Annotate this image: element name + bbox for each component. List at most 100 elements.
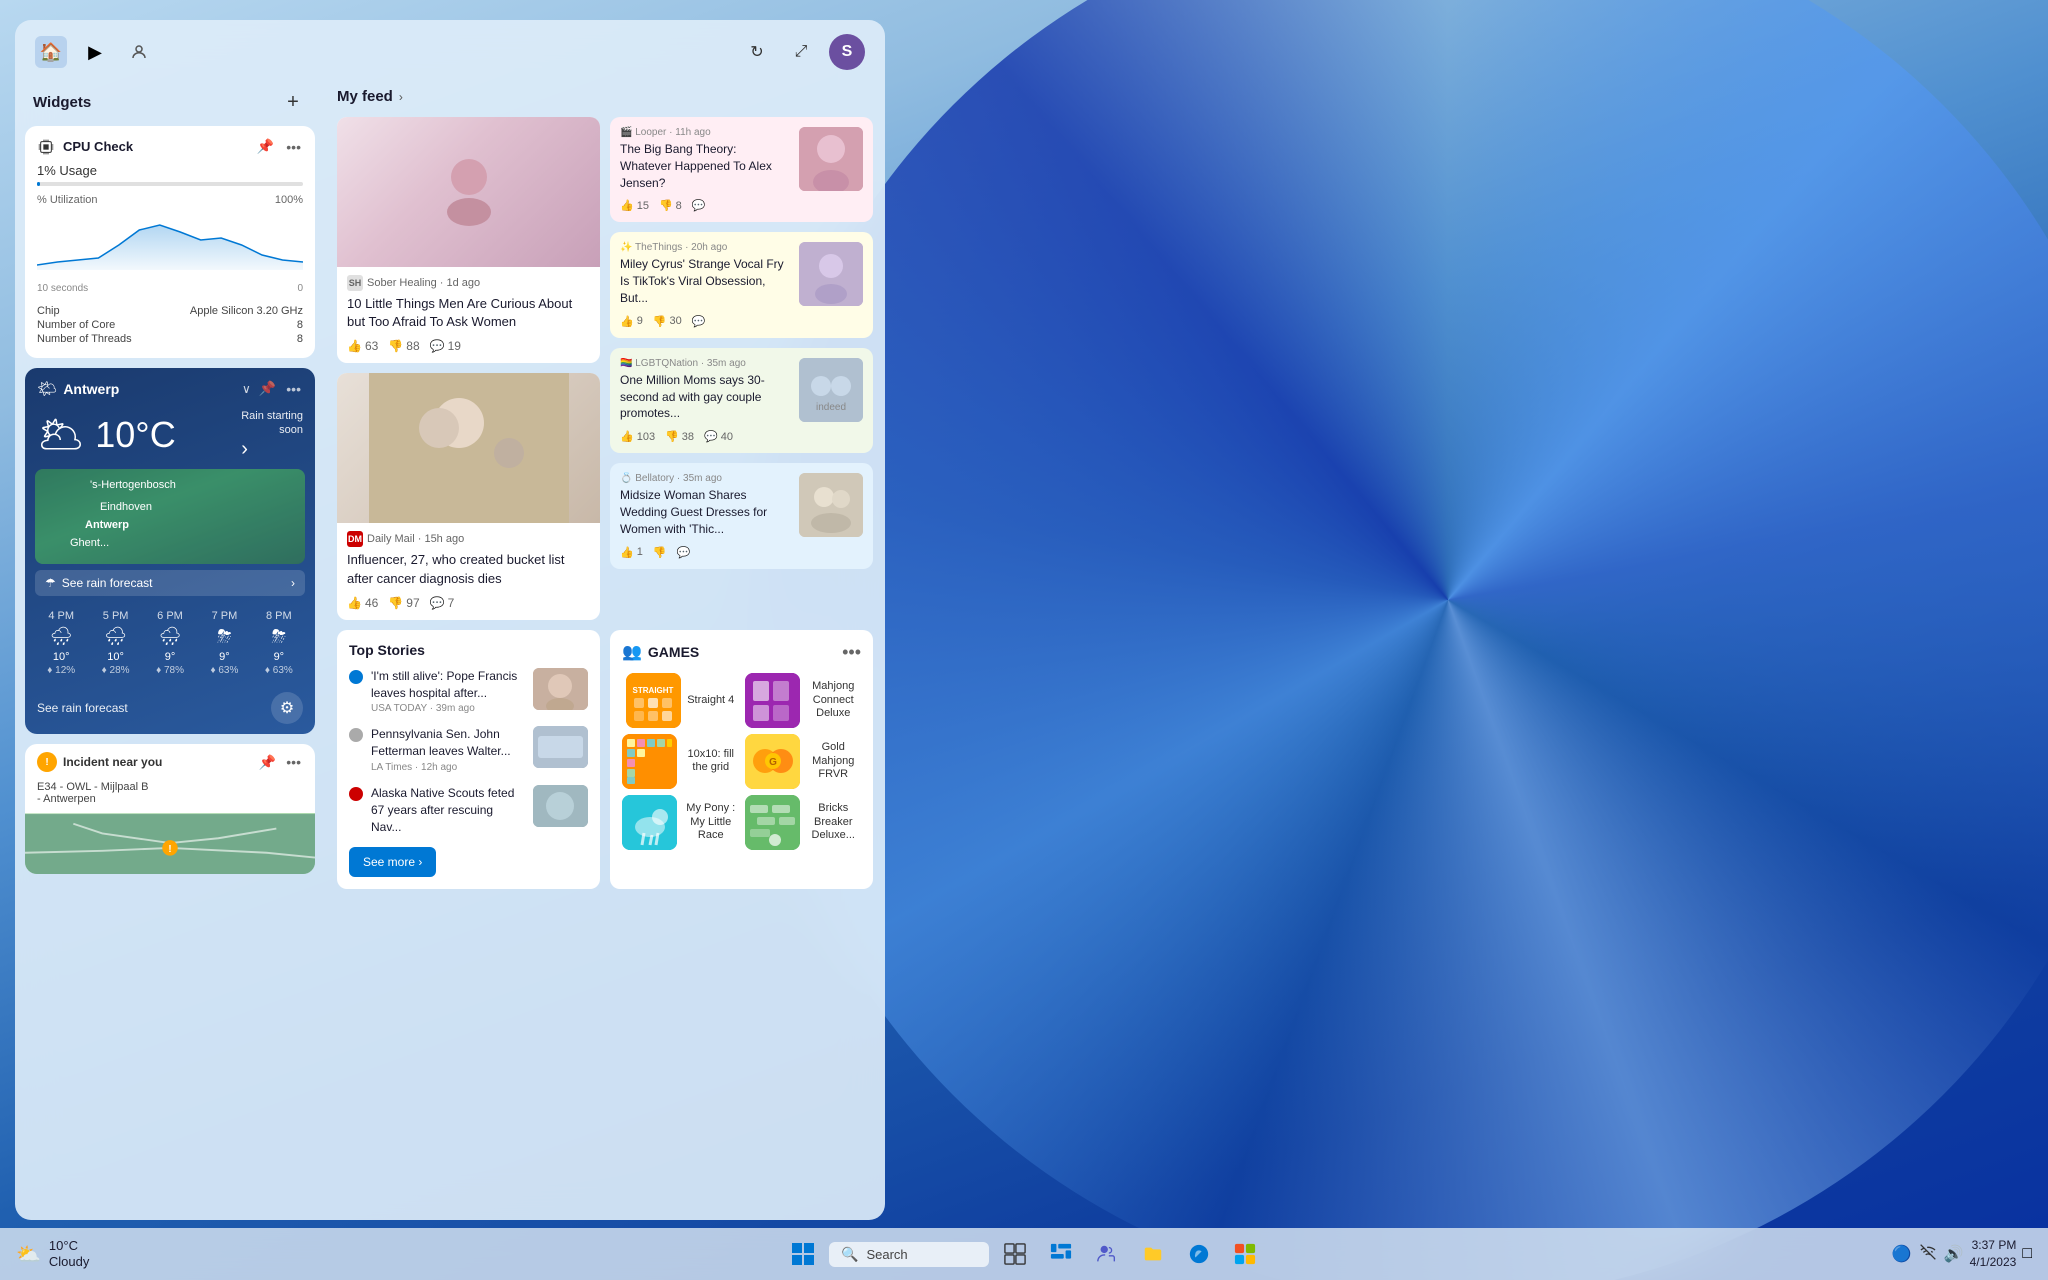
bluetooth-icon[interactable]: 🔵 <box>1892 1244 1912 1264</box>
cpu-pin-button[interactable]: 📌 <box>255 136 276 157</box>
cpu-time-label: 10 seconds 0 <box>37 283 303 294</box>
games-more-button[interactable]: ••• <box>842 642 861 663</box>
thethings-like[interactable]: 👍 9 <box>620 315 643 328</box>
feed-card-thethings[interactable]: ✨ TheThings · 20h ago Miley Cyrus' Stran… <box>610 232 873 337</box>
incident-header: ! Incident near you 📌 ••• <box>25 744 315 781</box>
incident-title: Incident near you <box>63 755 251 769</box>
svg-text:STRAIGHT: STRAIGHT <box>633 686 674 695</box>
comment-action[interactable]: 💬 19 <box>430 339 461 353</box>
thethings-dislike[interactable]: 👎 30 <box>653 315 682 328</box>
like-icon: 👍 <box>620 430 634 443</box>
game-item-straight4[interactable]: STRAIGHT <box>622 673 739 728</box>
taskbar-weather[interactable]: 10°C Cloudy <box>49 1238 97 1269</box>
widgets-button[interactable] <box>1041 1234 1081 1274</box>
lgbtq-like[interactable]: 👍 103 <box>620 430 655 443</box>
pope-story-source: USA TODAY · 39m ago <box>371 703 525 714</box>
dislike-action[interactable]: 👎 88 <box>388 339 419 353</box>
fetterman-story-source: LA Times · 12h ago <box>371 762 525 773</box>
incident-more-button[interactable]: ••• <box>284 752 303 772</box>
forecast-4pm[interactable]: 4 PM 🌧 10° ♦ 12% <box>35 610 87 676</box>
user-avatar[interactable]: S <box>829 34 865 70</box>
weather-pin-button[interactable]: 📌 <box>257 378 278 399</box>
thethings-comment[interactable]: 💬 <box>692 315 706 328</box>
feed-card-daily-mail[interactable]: DM Daily Mail · 15h ago Influencer, 27, … <box>337 373 600 619</box>
teams-button[interactable] <box>1087 1234 1127 1274</box>
looper-comment[interactable]: 💬 <box>692 199 706 212</box>
dm-comment-action[interactable]: 💬 7 <box>430 596 455 610</box>
story-item-alaska[interactable]: Alaska Native Scouts feted 67 years afte… <box>349 785 588 835</box>
tab-profile[interactable] <box>123 36 155 68</box>
bellatory-comment[interactable]: 💬 <box>677 546 691 559</box>
rain-forecast-button[interactable]: ☂ See rain forecast › <box>35 570 305 596</box>
game-item-gold-mahjong[interactable]: G Gold Mahjong FRVR <box>745 734 862 789</box>
looper-img <box>799 127 863 191</box>
tab-home[interactable]: 🏠 <box>35 36 67 68</box>
lgbtq-img: indeed <box>799 358 863 422</box>
10x10-name: 10x10: fill the grid <box>683 748 739 774</box>
feed-chevron-icon: › <box>399 90 403 104</box>
expand-button[interactable]: ⤢ <box>785 36 817 68</box>
forecast-6pm[interactable]: 6 PM 🌧 9° ♦ 78% <box>144 610 196 676</box>
file-explorer-button[interactable] <box>1133 1234 1173 1274</box>
thethings-text: ✨ TheThings · 20h ago Miley Cyrus' Stran… <box>620 242 791 306</box>
game-item-mahjong[interactable]: Mahjong Connect Deluxe <box>745 673 862 728</box>
add-widget-button[interactable]: + <box>279 88 307 116</box>
lgbtq-dislike[interactable]: 👎 38 <box>665 430 694 443</box>
cpu-more-button[interactable]: ••• <box>284 137 303 157</box>
system-tray: 🔵 🔊 <box>1892 1244 1964 1265</box>
sober-healing-title: 10 Little Things Men Are Curious About b… <box>337 295 600 339</box>
store-button[interactable] <box>1225 1234 1265 1274</box>
store-icon <box>1234 1243 1256 1265</box>
see-rain-forecast-button[interactable]: See rain forecast <box>37 701 128 715</box>
forecast-7pm[interactable]: 7 PM ⛈ 9° ♦ 63% <box>198 610 250 676</box>
search-bar[interactable]: 🔍 Search <box>829 1242 989 1267</box>
fetterman-story-img <box>533 726 588 768</box>
forecast-5pm[interactable]: 5 PM 🌧 10° ♦ 28% <box>89 610 141 676</box>
panel-header-right: ↻ ⤢ S <box>741 34 865 70</box>
game-item-bricks[interactable]: Bricks Breaker Deluxe... <box>745 795 862 850</box>
cpu-content: 1% Usage % Utilization 100% <box>25 163 315 358</box>
bellatory-like[interactable]: 👍 1 <box>620 546 643 559</box>
refresh-button[interactable]: ↻ <box>741 36 773 68</box>
clock[interactable]: 3:37 PM 4/1/2023 <box>1970 1237 2017 1271</box>
cpu-widget-header: CPU Check 📌 ••• <box>25 126 315 163</box>
taskbar: ⛅ 10°C Cloudy 🔍 Search <box>0 1228 2048 1280</box>
game-item-10x10[interactable]: 10x10: fill the grid <box>622 734 739 789</box>
volume-icon[interactable]: 🔊 <box>1944 1244 1964 1264</box>
rain-icon: ☂ <box>45 576 56 590</box>
tab-play[interactable]: ▶ <box>79 36 111 68</box>
cpu-chart <box>37 210 303 270</box>
like-icon: 👍 <box>620 199 634 212</box>
forecast-8pm-icon: ⛈ <box>253 626 305 647</box>
feed-card-bellatory[interactable]: 💍 Bellatory · 35m ago Midsize Woman Shar… <box>610 463 873 568</box>
incident-pin-button[interactable]: 📌 <box>257 752 278 773</box>
feed-source-sober: SH Sober Healing · 1d ago <box>337 267 600 295</box>
mahjong-name: Mahjong Connect Deluxe <box>806 680 862 720</box>
sober-healing-actions: 👍 63 👎 88 💬 19 <box>337 339 600 363</box>
like-action[interactable]: 👍 63 <box>347 339 378 353</box>
incident-body: E34 - OWL - Mijlpaal B - Antwerpen <box>25 781 315 813</box>
feed-card-sober-healing[interactable]: SH Sober Healing · 1d ago 10 Little Thin… <box>337 117 600 363</box>
task-view-button[interactable] <box>995 1234 1035 1274</box>
bellatory-dislike[interactable]: 👎 <box>653 546 667 559</box>
weather-more-button[interactable]: ••• <box>284 379 303 399</box>
story-item-pope[interactable]: 'I'm still alive': Pope Francis leaves h… <box>349 668 588 715</box>
start-button[interactable] <box>783 1234 823 1274</box>
looper-like[interactable]: 👍 15 <box>620 199 649 212</box>
lgbtq-comment[interactable]: 💬 40 <box>704 430 733 443</box>
bellatory-text: 💍 Bellatory · 35m ago Midsize Woman Shar… <box>620 473 791 537</box>
see-more-button[interactable]: See more › <box>349 847 436 877</box>
weather-settings-button[interactable]: ⚙ <box>271 692 303 724</box>
feed-card-lgbtq[interactable]: 🏳️‍🌈 LGBTQNation · 35m ago One Million M… <box>610 348 873 453</box>
dm-like-action[interactable]: 👍 46 <box>347 596 378 610</box>
network-icon[interactable] <box>1920 1244 1936 1265</box>
looper-dislike[interactable]: 👎 8 <box>659 199 682 212</box>
edge-button[interactable] <box>1179 1234 1219 1274</box>
story-item-fetterman[interactable]: Pennsylvania Sen. John Fetterman leaves … <box>349 726 588 773</box>
daily-mail-logo: DM <box>347 531 363 547</box>
notification-icon[interactable]: □ <box>2022 1245 2032 1263</box>
game-item-my-pony[interactable]: My Pony : My Little Race <box>622 795 739 850</box>
dm-dislike-action[interactable]: 👎 97 <box>388 596 419 610</box>
forecast-8pm[interactable]: 8 PM ⛈ 9° ♦ 63% <box>253 610 305 676</box>
feed-card-looper[interactable]: 🎬 Looper · 11h ago The Big Bang Theory: … <box>610 117 873 222</box>
